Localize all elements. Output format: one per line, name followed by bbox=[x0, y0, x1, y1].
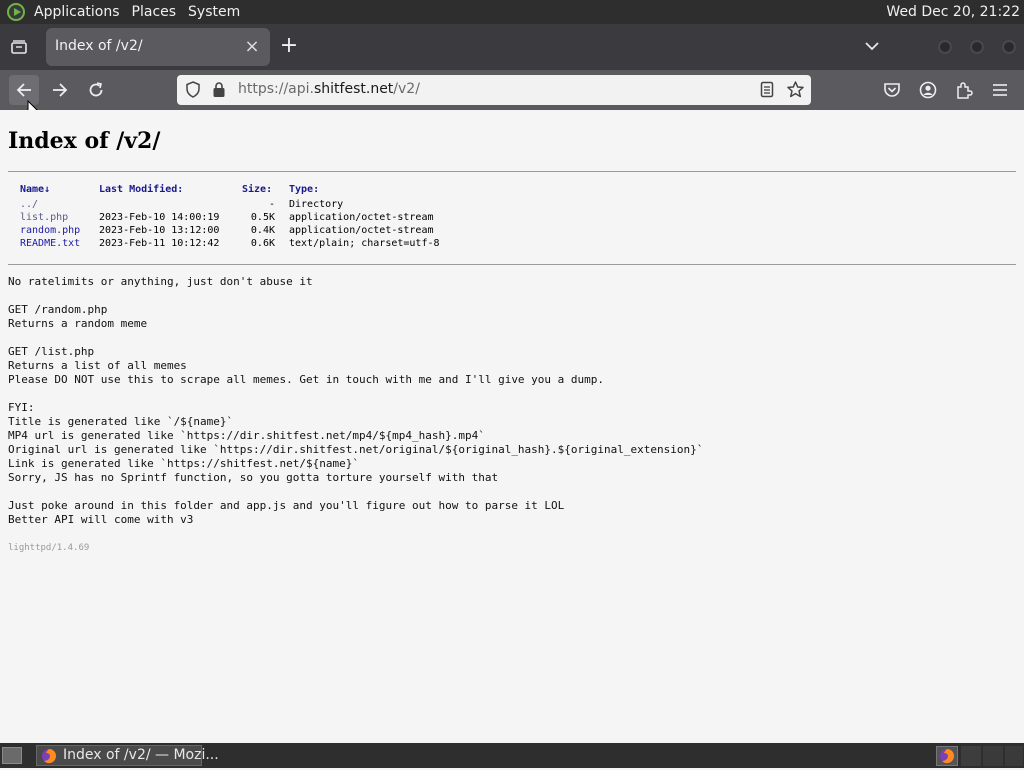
url-bar[interactable]: https://api.shitfest.net/v2/ bbox=[177, 75, 811, 105]
hamburger-menu-icon[interactable] bbox=[985, 75, 1015, 105]
modified-cell: 2023-Feb-11 10:12:42 bbox=[99, 238, 220, 249]
readme-text: No ratelimits or anything, just don't ab… bbox=[8, 275, 704, 526]
gnome-foot-icon[interactable] bbox=[7, 3, 25, 21]
table-row: README.txt 2023-Feb-11 10:12:42 0.6K tex… bbox=[20, 237, 440, 250]
modified-cell: 2023-Feb-10 13:12:00 bbox=[99, 225, 220, 236]
size-cell: 0.5K bbox=[250, 212, 275, 223]
maximize-button[interactable] bbox=[970, 40, 984, 54]
firefox-icon[interactable] bbox=[936, 746, 958, 766]
size-cell: 0.4K bbox=[250, 225, 275, 236]
divider-top bbox=[8, 171, 1016, 172]
divider-bottom bbox=[8, 264, 1016, 265]
parent-directory-link[interactable]: ../ bbox=[20, 199, 38, 210]
url-host: shitfest.net bbox=[314, 81, 394, 97]
table-row: ../ - Directory bbox=[20, 198, 440, 211]
minimize-button[interactable] bbox=[938, 40, 952, 54]
applications-menu[interactable]: Applications bbox=[28, 0, 126, 24]
close-icon[interactable]: × bbox=[244, 38, 260, 56]
lock-icon[interactable] bbox=[212, 81, 226, 102]
url-path: /v2/ bbox=[393, 81, 420, 97]
column-header-name[interactable]: Name↓ bbox=[20, 182, 99, 198]
url-prefix: https://api. bbox=[238, 81, 314, 97]
show-desktop-icon[interactable] bbox=[2, 747, 22, 764]
modified-cell bbox=[99, 198, 242, 211]
taskbar-window-label: Index of /v2/ — Mozi... bbox=[63, 747, 219, 763]
chevron-down-icon[interactable] bbox=[862, 38, 882, 54]
reload-icon[interactable] bbox=[81, 75, 111, 105]
top-panel: Applications Places System Wed Dec 20, 2… bbox=[0, 0, 1024, 24]
table-row: list.php 2023-Feb-10 14:00:19 0.5K appli… bbox=[20, 211, 440, 224]
url-text: https://api.shitfest.net/v2/ bbox=[238, 81, 420, 97]
type-cell: application/octet-stream bbox=[289, 212, 434, 223]
table-row: random.php 2023-Feb-10 13:12:00 0.4K app… bbox=[20, 224, 440, 237]
reader-view-icon[interactable] bbox=[760, 81, 774, 102]
file-link-readme-txt[interactable]: README.txt bbox=[20, 238, 80, 249]
column-header-size[interactable]: Size: bbox=[242, 182, 289, 198]
page-title: Index of /v2/ bbox=[8, 128, 161, 154]
page-content: Index of /v2/ Name↓ Last Modified: Size:… bbox=[0, 110, 1024, 743]
extensions-icon[interactable] bbox=[949, 75, 979, 105]
column-header-type[interactable]: Type: bbox=[289, 182, 440, 198]
star-icon[interactable] bbox=[787, 81, 804, 102]
tab-strip: Index of /v2/ × + bbox=[0, 24, 1024, 70]
forward-arrow-icon[interactable] bbox=[45, 75, 75, 105]
file-link-random-php[interactable]: random.php bbox=[20, 225, 80, 236]
bottom-taskbar: Index of /v2/ — Mozi... bbox=[0, 743, 1024, 768]
size-cell: - bbox=[268, 199, 275, 210]
system-menu[interactable]: System bbox=[182, 0, 246, 24]
table-header-row: Name↓ Last Modified: Size: Type: bbox=[20, 182, 440, 198]
tab-active[interactable]: Index of /v2/ × bbox=[46, 28, 270, 66]
shield-icon[interactable] bbox=[185, 81, 201, 102]
type-cell: Directory bbox=[289, 199, 344, 210]
size-cell: 0.6K bbox=[250, 238, 275, 249]
plus-icon[interactable]: + bbox=[278, 35, 300, 58]
account-icon[interactable] bbox=[913, 75, 943, 105]
list-tabs-icon[interactable] bbox=[8, 36, 30, 58]
directory-listing-table: Name↓ Last Modified: Size: Type: ../ - D… bbox=[20, 182, 440, 250]
places-menu[interactable]: Places bbox=[126, 0, 183, 24]
file-link-list-php[interactable]: list.php bbox=[20, 212, 68, 223]
modified-cell: 2023-Feb-10 14:00:19 bbox=[99, 212, 220, 223]
navigation-toolbar: https://api.shitfest.net/v2/ bbox=[0, 70, 1024, 121]
type-cell: text/plain; charset=utf-8 bbox=[289, 238, 440, 249]
pocket-icon[interactable] bbox=[877, 75, 907, 105]
workspace-switcher-2[interactable] bbox=[983, 746, 1003, 766]
close-window-button[interactable] bbox=[1002, 40, 1016, 54]
firefox-icon bbox=[41, 748, 57, 770]
type-cell: application/octet-stream bbox=[289, 225, 434, 236]
column-header-modified[interactable]: Last Modified: bbox=[99, 182, 242, 198]
clock[interactable]: Wed Dec 20, 21:22 bbox=[886, 0, 1020, 24]
workspace-switcher-1[interactable] bbox=[961, 746, 981, 766]
workspace-switcher-3[interactable] bbox=[1005, 746, 1023, 766]
tab-title: Index of /v2/ bbox=[55, 38, 143, 54]
taskbar-window-button[interactable]: Index of /v2/ — Mozi... bbox=[36, 745, 219, 766]
server-signature: lighttpd/1.4.69 bbox=[8, 543, 90, 553]
